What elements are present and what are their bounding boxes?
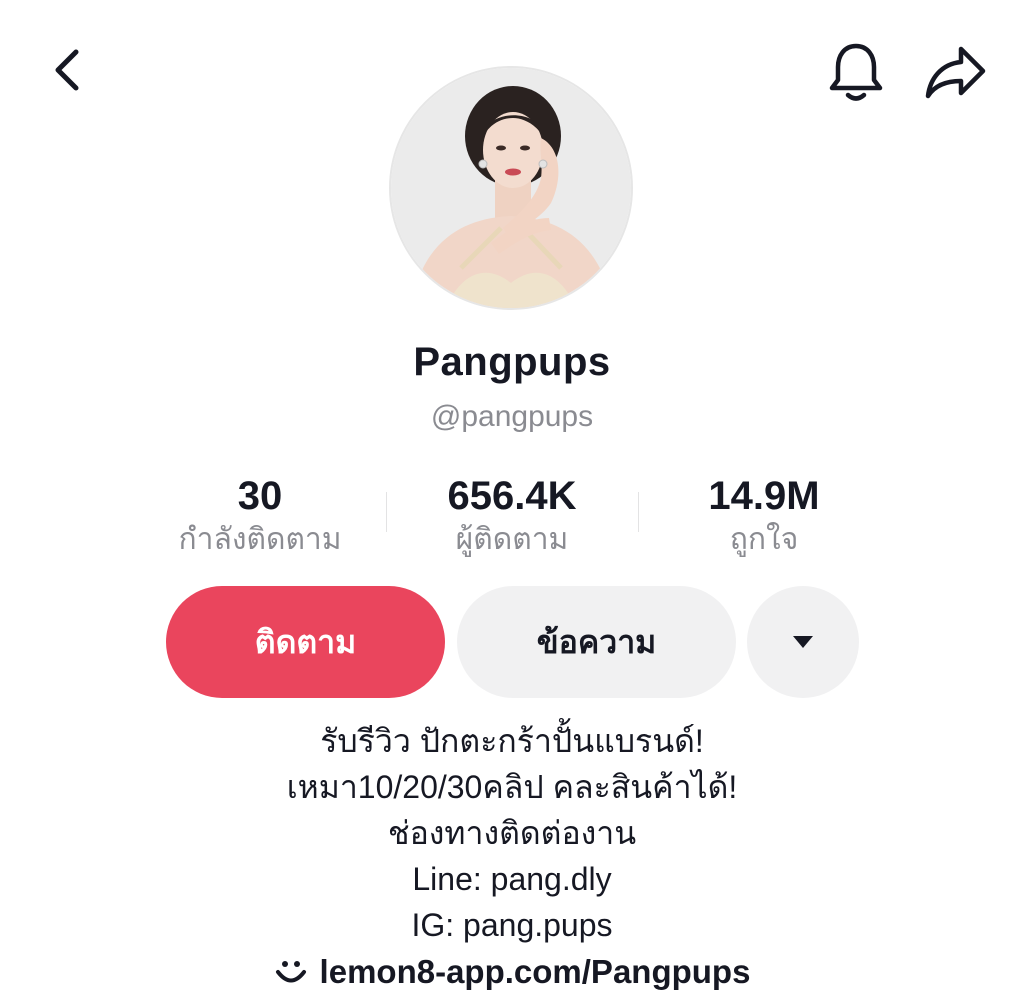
share-arrow-icon (925, 46, 986, 99)
username: @pangpups (430, 400, 594, 433)
stat-likes[interactable]: 14.9M ถูกใจ (664, 470, 864, 560)
bio-link[interactable]: lemon8-app.com/Pangpups (0, 948, 1024, 996)
stat-divider (386, 492, 387, 532)
followers-count: 656.4K (447, 474, 577, 518)
stat-followers[interactable]: 656.4K ผู้ติดตาม (412, 470, 612, 560)
bell-icon (829, 43, 883, 101)
bio-line: Line: pang.dly (412, 861, 612, 897)
bio-line: รับรีวิว ปักตะกร้าปั้นแบรนด์! (320, 723, 704, 759)
back-button[interactable] (36, 38, 100, 102)
stat-divider (638, 492, 639, 532)
likes-count: 14.9M (708, 474, 820, 518)
following-count: 30 (237, 474, 283, 518)
more-options-button[interactable] (747, 586, 859, 698)
lemon8-icon (274, 957, 308, 987)
chevron-left-icon (55, 49, 79, 91)
share-button[interactable] (918, 36, 994, 108)
notification-button[interactable] (820, 36, 892, 108)
bio-line: เหมา10/20/30คลิป คละสินค้าได้! (286, 769, 738, 805)
profile-avatar[interactable] (389, 66, 633, 310)
profile-actions: ติดตาม ข้อความ (0, 586, 1024, 698)
message-button[interactable]: ข้อความ (457, 586, 736, 698)
profile-bio: รับรีวิว ปักตะกร้าปั้นแบรนด์! เหมา10/20/… (0, 718, 1024, 948)
display-name: Pangpups (413, 340, 611, 384)
follow-button[interactable]: ติดตาม (166, 586, 445, 698)
following-label: กำลังติดตาม (178, 523, 342, 556)
likes-label: ถูกใจ (729, 523, 799, 556)
bio-line: ช่องทางติดต่องาน (387, 815, 637, 851)
profile-stats: 30 กำลังติดตาม 656.4K ผู้ติดตาม 14.9M ถู… (130, 470, 894, 560)
avatar-image (391, 68, 631, 308)
stat-following[interactable]: 30 กำลังติดตาม (160, 470, 360, 560)
caret-down-icon (793, 636, 813, 648)
bio-link-text: lemon8-app.com/Pangpups (319, 953, 751, 990)
followers-label: ผู้ติดตาม (455, 523, 569, 556)
bio-line: IG: pang.pups (411, 907, 613, 943)
